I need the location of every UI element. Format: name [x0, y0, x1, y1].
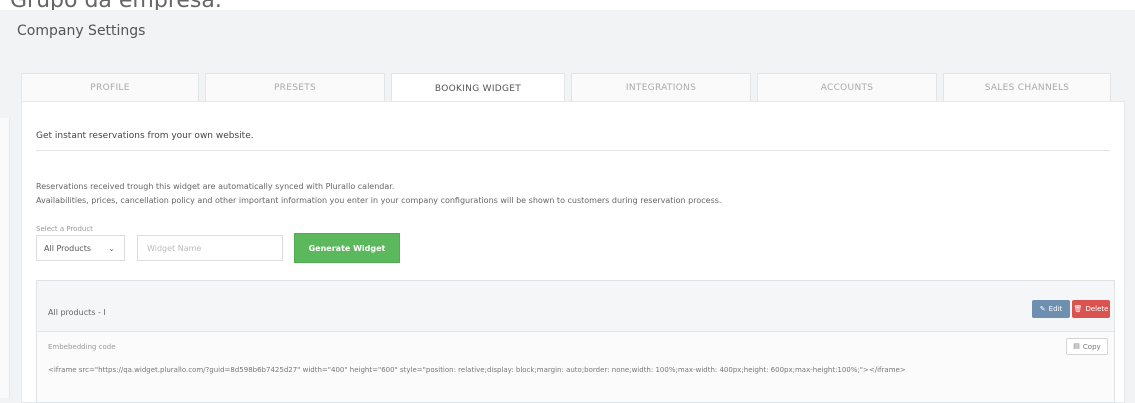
product-select[interactable]: All Products ⌄	[36, 235, 125, 261]
booking-widget-panel: Get instant reservations from your own w…	[21, 101, 1125, 403]
copy-button[interactable]: ▤ Copy	[1066, 338, 1108, 355]
tab-sales-channels[interactable]: SALES CHANNELS	[943, 73, 1111, 101]
left-sidebar-edge	[0, 118, 10, 398]
description-line-1: Reservations received trough this widget…	[36, 182, 395, 191]
settings-tabs: PROFILE PRESETS BOOKING WIDGET INTEGRATI…	[21, 73, 1125, 103]
description-line-2: Availabilities, prices, cancellation pol…	[36, 196, 722, 205]
copy-button-label: Copy	[1082, 342, 1101, 351]
embed-code-label: Embebedding code	[48, 343, 116, 351]
widget-card-title: All products - I	[48, 308, 106, 317]
page-title: Company Settings	[17, 23, 146, 39]
delete-button[interactable]: 🗑 Delete	[1072, 300, 1110, 318]
tab-accounts[interactable]: ACCOUNTS	[757, 73, 937, 101]
product-select-value: All Products	[44, 243, 92, 253]
company-settings-app: Company Settings PROFILE PRESETS BOOKING…	[0, 10, 1135, 403]
embed-code-text[interactable]: <iframe src="https://qa.widget.plurallo.…	[48, 365, 1094, 376]
trash-icon: 🗑	[1073, 304, 1083, 313]
tab-profile[interactable]: PROFILE	[21, 73, 199, 101]
embed-section: Embebedding code ▤ Copy <iframe src="htt…	[37, 332, 1114, 402]
edit-button-label: Edit	[1048, 305, 1063, 313]
chevron-down-icon: ⌄	[108, 244, 115, 253]
generate-widget-button[interactable]: Generate Widget	[294, 233, 400, 263]
divider	[36, 150, 1110, 151]
pencil-icon: ✎	[1039, 304, 1046, 313]
select-product-label: Select a Product	[36, 225, 93, 233]
widget-name-input[interactable]	[137, 235, 283, 261]
tab-integrations[interactable]: INTEGRATIONS	[571, 73, 751, 101]
tab-booking-widget[interactable]: BOOKING WIDGET	[391, 73, 565, 103]
edit-button[interactable]: ✎ Edit	[1032, 300, 1070, 318]
panel-heading: Get instant reservations from your own w…	[36, 131, 254, 141]
delete-button-label: Delete	[1085, 305, 1109, 313]
clipboard-icon: ▤	[1073, 342, 1080, 350]
widget-card: All products - I ✎ Edit 🗑 Delete Embebed…	[36, 280, 1115, 403]
tab-presets[interactable]: PRESETS	[205, 73, 385, 101]
